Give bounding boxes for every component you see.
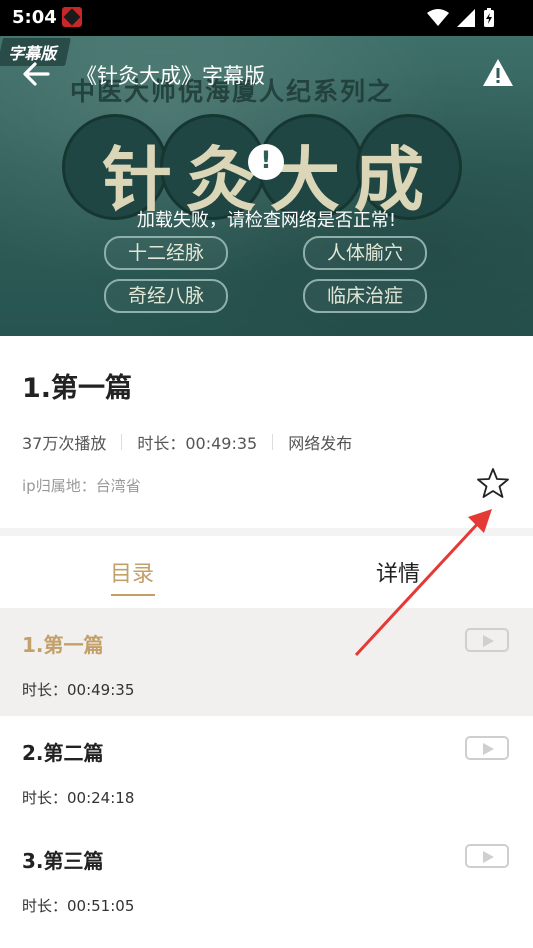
- page-title: 《针灸大成》字幕版: [76, 64, 265, 88]
- battery-icon: [484, 8, 494, 27]
- play-button[interactable]: [465, 844, 509, 868]
- list-item[interactable]: 1.第一篇 时长：00:49:35: [0, 608, 533, 716]
- episode-list: 1.第一篇 时长：00:49:35 2.第二篇 时长：00:24:18 3.第三…: [0, 608, 533, 932]
- list-item[interactable]: 2.第二篇 时长：00:24:18: [0, 716, 533, 824]
- back-arrow-icon[interactable]: [18, 56, 54, 92]
- play-count: 37万次播放: [22, 434, 107, 453]
- play-button[interactable]: [465, 628, 509, 652]
- active-tab-indicator: [111, 594, 155, 596]
- signal-icon: [457, 9, 475, 27]
- list-item-title: 1.第一篇: [22, 633, 104, 657]
- episode-info: 1.第一篇 37万次播放 时长：00:49:35 网络发布 ip归属地：台湾省: [0, 336, 533, 528]
- episode-source: 网络发布: [288, 434, 353, 453]
- episode-meta: 37万次播放 时长：00:49:35 网络发布: [22, 430, 352, 454]
- list-item-duration: 时长：00:49:35: [22, 681, 135, 699]
- play-icon: [483, 851, 494, 863]
- list-item-title: 2.第二篇: [22, 741, 104, 765]
- list-item-duration: 时长：00:51:05: [22, 897, 135, 915]
- divider: [121, 434, 123, 450]
- topic-pill: 临床治症: [303, 279, 427, 313]
- star-icon[interactable]: [476, 466, 510, 500]
- episode-title: 1.第一篇: [22, 373, 133, 404]
- play-icon: [483, 635, 494, 647]
- status-icons: [427, 8, 495, 28]
- status-bar: 5:04: [0, 0, 533, 36]
- topic-pill: 人体腧穴: [303, 236, 427, 270]
- wifi-icon: [427, 9, 449, 26]
- section-divider: [0, 528, 533, 536]
- topic-pill: 十二经脉: [104, 236, 228, 270]
- topic-pill: 奇经八脉: [104, 279, 228, 313]
- app-notification-icon: [62, 7, 82, 27]
- warning-icon[interactable]: [481, 56, 515, 90]
- video-player[interactable]: 字幕版 中医大师倪海厦人纪系列之 针灸大成 十二经脉 人体腧穴 奇经八脉 临床治…: [0, 36, 533, 336]
- ip-location: ip归属地：台湾省: [22, 477, 141, 495]
- list-item-title: 3.第三篇: [22, 849, 104, 873]
- play-icon: [483, 743, 494, 755]
- tab-catalog[interactable]: 目录: [110, 556, 154, 588]
- divider: [272, 434, 274, 450]
- tab-details[interactable]: 详情: [376, 556, 420, 588]
- tab-bar: 目录 详情: [0, 536, 533, 608]
- list-item-duration: 时长：00:24:18: [22, 789, 135, 807]
- list-item[interactable]: 3.第三篇 时长：00:51:05: [0, 824, 533, 932]
- play-button[interactable]: [465, 736, 509, 760]
- status-time: 5:04: [12, 7, 57, 28]
- error-message: 加载失败，请检查网络是否正常!: [136, 210, 397, 231]
- episode-duration: 时长：00:49:35: [137, 434, 258, 453]
- error-icon: !: [248, 144, 284, 180]
